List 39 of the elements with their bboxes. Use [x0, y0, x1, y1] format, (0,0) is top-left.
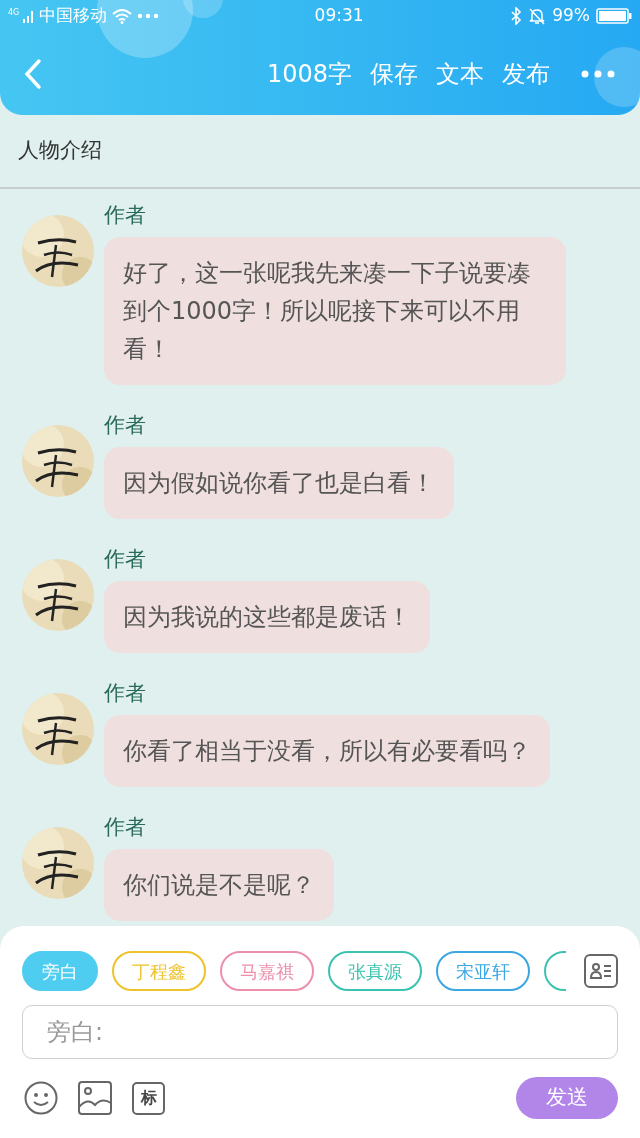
header-action[interactable]: 发布	[502, 55, 550, 92]
clock-time: 09:31	[314, 4, 364, 28]
role-chip[interactable]: 张真源	[328, 951, 422, 991]
sender-name: 作者	[104, 680, 146, 707]
input-field[interactable]: 旁白:	[22, 1005, 618, 1059]
word-count: 1008字	[266, 58, 352, 90]
more-icon	[581, 69, 615, 78]
muted-bell-icon	[528, 7, 547, 25]
contacts-button[interactable]	[584, 954, 618, 988]
role-chip[interactable]: 丁程鑫	[112, 951, 206, 991]
send-button[interactable]: 发送	[516, 1077, 618, 1119]
message-bubble: 好了，这一张呢我先来凑一下子说要凑到个1000字！所以呢接下来可以不用看！	[104, 237, 566, 385]
message-bubble: 你们说是不是呢？	[104, 849, 334, 921]
message-bubble: 你看了相当于没看，所以有必要看吗？	[104, 715, 550, 787]
signal-icon	[23, 9, 36, 23]
back-icon	[24, 57, 42, 90]
carrier-name: 中国移动	[39, 4, 108, 28]
section-title: 人物介绍	[18, 137, 102, 165]
bluetooth-icon	[510, 7, 523, 25]
header-action[interactable]: 保存	[370, 55, 418, 92]
battery-percent: 99%	[552, 4, 590, 28]
header-action[interactable]: 文本	[436, 55, 484, 92]
wifi-icon	[111, 8, 134, 24]
role-chip[interactable]: 旁白	[22, 951, 98, 991]
tag-button[interactable]: 标	[132, 1081, 165, 1115]
sender-name: 作者	[104, 412, 146, 439]
image-icon[interactable]	[78, 1081, 112, 1115]
contacts-icon	[590, 961, 613, 981]
emoji-icon[interactable]	[24, 1081, 58, 1115]
message-bubble: 因为假如说你看了也是白看！	[104, 447, 454, 519]
battery-icon	[596, 8, 632, 24]
sender-name: 作者	[104, 814, 146, 841]
role-chip[interactable]: 宋亚轩	[436, 951, 530, 991]
sender-name: 作者	[104, 546, 146, 573]
network-label: 4G	[8, 9, 20, 18]
role-chip[interactable]: 马嘉祺	[220, 951, 314, 991]
sender-name: 作者	[104, 202, 146, 229]
more-icon	[137, 13, 160, 19]
message-bubble: 因为我说的这些都是废话！	[104, 581, 430, 653]
